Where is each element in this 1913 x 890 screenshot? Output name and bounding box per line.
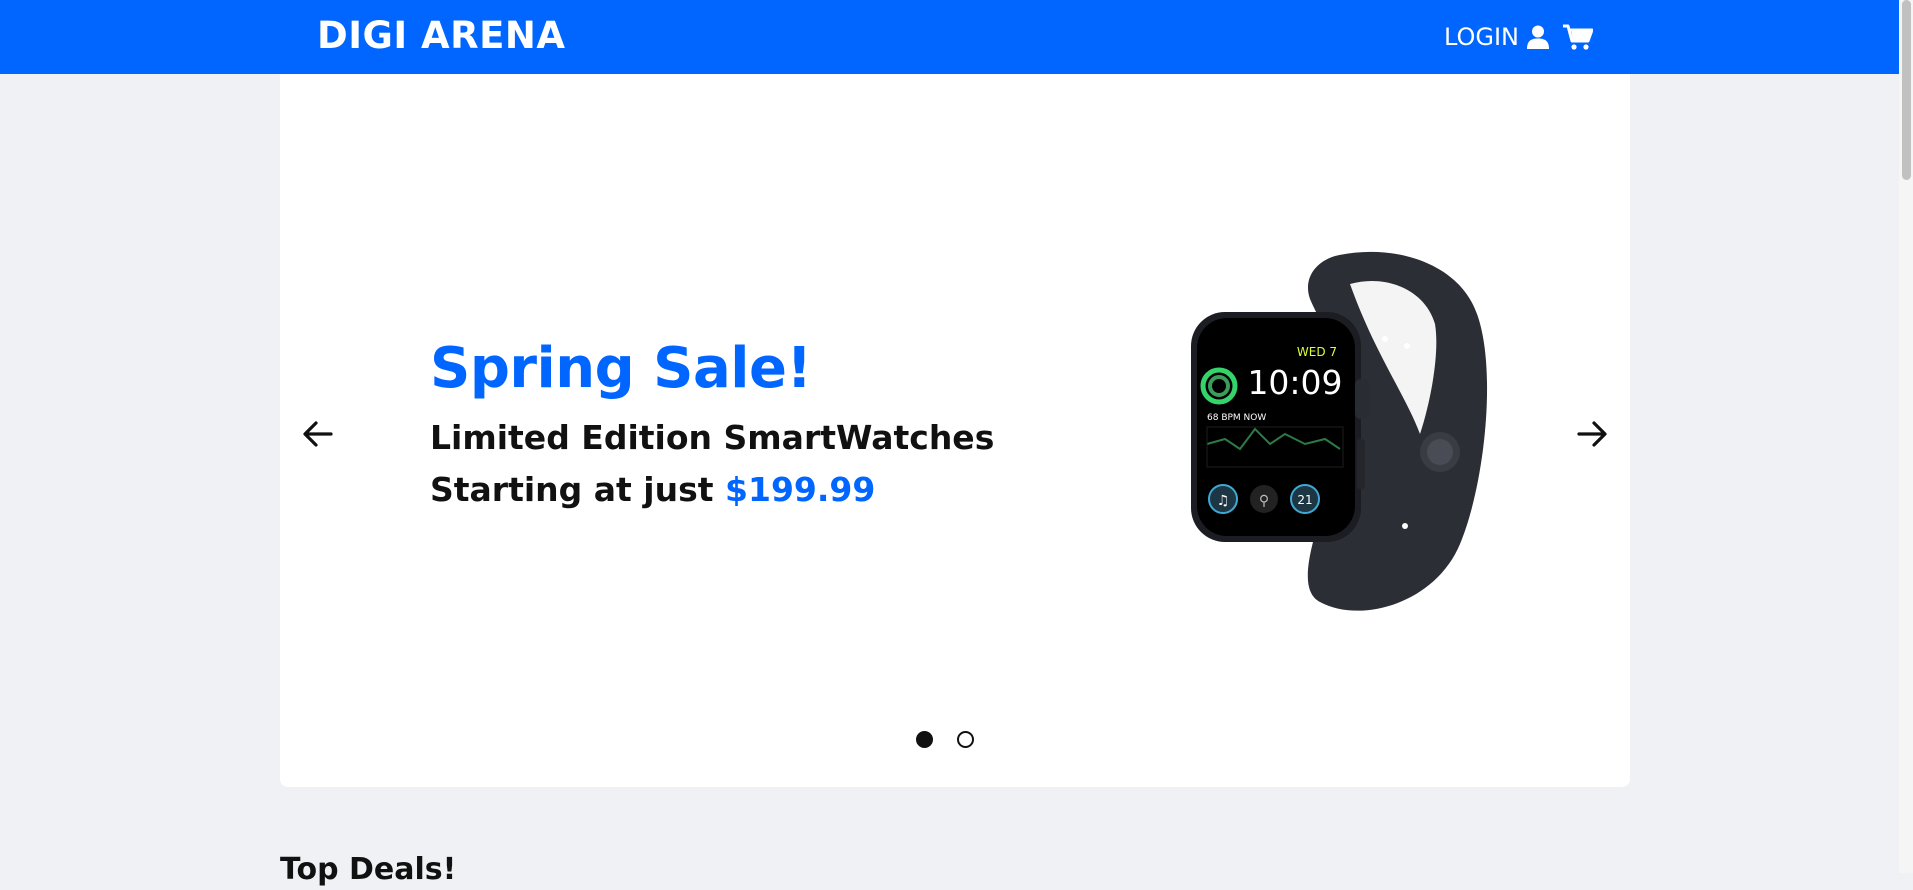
login-label: LOGIN [1443,23,1519,51]
scrollbar-thumb[interactable] [1902,0,1911,180]
brand-logo[interactable]: DIGI ARENA [317,13,566,59]
slide-headline: Spring Sale! [430,336,812,401]
carousel-dot-2[interactable] [957,731,974,748]
svg-text:10:09: 10:09 [1247,363,1342,402]
svg-text:21: 21 [1297,493,1312,507]
carousel-next-button[interactable] [1570,412,1614,456]
hero-carousel: Spring Sale! Limited Edition SmartWatche… [280,74,1630,787]
carousel-indicators [280,731,1630,748]
shopping-cart-icon[interactable] [1563,24,1593,51]
svg-text:68 BPM NOW: 68 BPM NOW [1207,413,1266,423]
user-icon [1527,25,1549,49]
page-scrollbar[interactable] [1899,0,1913,873]
login-link[interactable]: LOGIN [1444,23,1549,51]
carousel-dot-1[interactable] [916,731,933,748]
svg-text:WED 7: WED 7 [1297,345,1337,359]
navbar: DIGI ARENA LOGIN [0,0,1913,74]
nav-actions: LOGIN [1444,18,1593,56]
svg-text:♫: ♫ [1217,493,1230,509]
arrow-right-icon [1570,421,1614,460]
smartwatch-image: WED 7 10:09 68 BPM NOW ♫ ⚲ 21 [1185,244,1505,624]
carousel-prev-button[interactable] [296,412,340,456]
svg-text:⚲: ⚲ [1259,493,1269,509]
slide-price: $199.99 [725,470,876,509]
slide-subtext-label: Limited Edition SmartWatches Starting at… [430,418,995,509]
arrow-left-icon [296,421,340,460]
slide-subtext: Limited Edition SmartWatches Starting at… [430,412,1090,516]
slide-content: Spring Sale! Limited Edition SmartWatche… [430,336,1090,516]
top-deals-title: Top Deals! [280,852,457,887]
